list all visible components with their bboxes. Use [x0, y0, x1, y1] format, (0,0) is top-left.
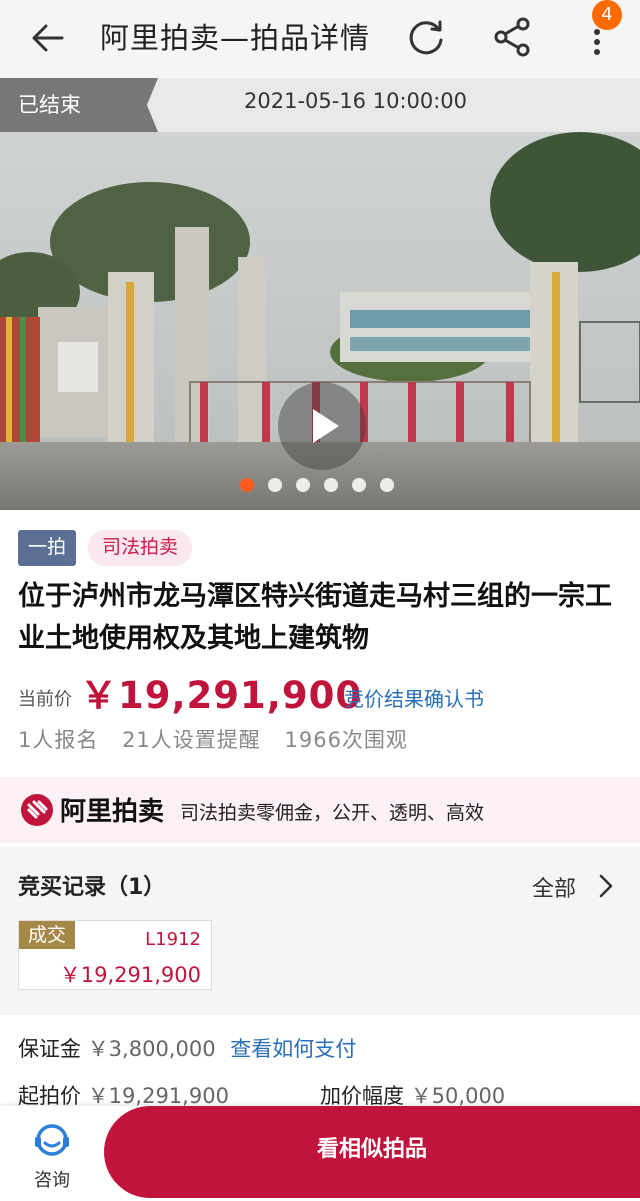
bidder-id: L1912	[145, 929, 201, 950]
gallery-dot[interactable]	[324, 478, 338, 492]
brand-slogan: 司法拍卖零佣金，公开、透明、高效	[180, 802, 485, 824]
top-bar: 阿里拍卖—拍品详情 4	[0, 0, 640, 78]
notification-badge: 4	[592, 0, 622, 30]
gallery-dot[interactable]	[352, 478, 366, 492]
refresh-icon[interactable]	[406, 16, 448, 58]
bid-record-card[interactable]: 成交 L1912 ￥19,291,900	[18, 920, 212, 990]
view-all-bids-link[interactable]: 全部	[532, 871, 576, 903]
gallery-dot[interactable]	[296, 478, 310, 492]
deposit-row: 保证金 ￥3,800,000 查看如何支付	[18, 1033, 356, 1063]
brand-banner: 阿里拍卖 司法拍卖零佣金，公开、透明、高效	[0, 777, 640, 843]
auction-round-tag: 一拍	[18, 530, 77, 566]
view-similar-lots-button[interactable]: 看相似拍品	[104, 1106, 640, 1198]
start-price-label: 起拍价	[18, 1084, 81, 1108]
how-to-pay-link[interactable]: 查看如何支付	[230, 1037, 356, 1061]
deposit-label: 保证金	[18, 1037, 81, 1061]
views-count: 1966次围观	[284, 728, 408, 752]
gallery-dot[interactable]	[380, 478, 394, 492]
lot-photo-gallery[interactable]	[0, 132, 640, 510]
lot-tags: 一拍 司法拍卖	[18, 530, 193, 566]
back-arrow-icon[interactable]	[28, 20, 68, 56]
gallery-dot[interactable]	[268, 478, 282, 492]
increment-value: ￥50,000	[410, 1084, 506, 1108]
bid-records-section: 竞买记录（1） 全部 成交 L1912 ￥19,291,900	[0, 847, 640, 1015]
share-icon[interactable]	[492, 16, 532, 58]
bid-records-heading: 竞买记录（1）	[18, 875, 166, 900]
current-price: ￥19,291,900	[80, 674, 363, 717]
bid-amount: ￥19,291,900	[59, 963, 201, 987]
deal-status-badge: 成交	[19, 921, 76, 949]
gallery-dot[interactable]	[240, 478, 254, 492]
auction-status-bar: 已结束 2021-05-16 10:00:00	[0, 78, 640, 132]
chevron-right-icon[interactable]	[598, 873, 614, 899]
lot-stats: 1人报名 21人设置提醒 1966次围观	[18, 724, 424, 754]
page-title: 阿里拍卖—拍品详情	[100, 21, 371, 55]
customer-service-icon	[35, 1124, 69, 1156]
registrations-count: 1人报名	[18, 728, 99, 752]
start-price-value: ￥19,291,900	[87, 1084, 229, 1108]
status-badge: 已结束	[0, 78, 158, 132]
price-label: 当前价	[18, 689, 72, 710]
gallery-pagination	[240, 478, 394, 492]
reminders-count: 21人设置提醒	[122, 728, 261, 752]
deposit-value: ￥3,800,000	[87, 1037, 216, 1061]
play-video-button[interactable]	[278, 382, 366, 470]
ali-auction-logo-icon	[21, 794, 53, 826]
consult-button[interactable]: 咨询	[24, 1120, 80, 1192]
end-time: 2021-05-16 10:00:00	[244, 89, 468, 113]
brand-name: 阿里拍卖	[60, 797, 165, 827]
auction-type-tag: 司法拍卖	[88, 530, 193, 566]
consult-label: 咨询	[34, 1170, 70, 1191]
result-confirmation-link[interactable]: 竞价结果确认书	[344, 683, 484, 712]
bottom-action-bar: 咨询 看相似拍品	[0, 1106, 640, 1201]
increment-label: 加价幅度	[320, 1084, 404, 1108]
lot-title: 位于泸州市龙马潭区特兴街道走马村三组的一宗工业土地使用权及其地上建筑物	[18, 581, 612, 654]
